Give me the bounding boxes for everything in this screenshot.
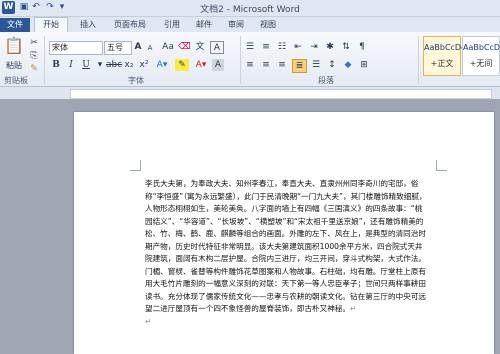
numbering-icon[interactable]: ≡ <box>260 41 272 53</box>
justify-icon[interactable]: ≣ <box>292 59 307 73</box>
show-marks-icon[interactable]: ¶ <box>356 41 368 53</box>
subscript-icon[interactable]: x₂ <box>123 59 135 71</box>
tab-mailings[interactable]: 邮件 <box>190 18 218 32</box>
body-paragraph: 李氏大夫第，为奉政大夫、知州李春江，奉直大夫、直隶州州同李奇川的宅邸，俗称“李恒… <box>145 179 427 313</box>
distributed-icon[interactable]: ☰ <box>310 59 322 71</box>
style-normal[interactable]: AaBbCcDc +正文 <box>423 36 466 76</box>
paragraph-group-label: 段落 <box>318 76 334 85</box>
style-no-spacing[interactable]: AaBbCcDc +无间 <box>462 36 500 76</box>
shrink-font-button[interactable]: A <box>145 42 155 54</box>
ribbon-tabs: 文件 开始 插入 页面布局 引用 邮件 审阅 视图 <box>0 17 500 33</box>
document-body-text[interactable]: 李氏大夫第，为奉政大夫、知州李春江，奉直大夫、直隶州州同李奇川的宅邸，俗称“李恒… <box>145 178 428 328</box>
tab-page-layout[interactable]: 页面布局 <box>108 18 152 32</box>
shading-icon[interactable]: ◆ <box>342 59 354 71</box>
bullets-icon[interactable]: ☰ <box>244 41 256 53</box>
multilevel-list-icon[interactable]: ☷ <box>276 41 288 53</box>
line-spacing-icon[interactable]: ↕ <box>326 59 338 71</box>
char-border-icon[interactable]: A <box>210 41 224 54</box>
chinese-layout-icon[interactable]: ✱ <box>324 41 336 53</box>
grow-font-button[interactable]: A <box>133 41 143 53</box>
superscript-icon[interactable]: x² <box>138 59 150 71</box>
horizontal-ruler[interactable] <box>0 87 500 99</box>
font-group-label: 字体 <box>128 76 144 85</box>
cut-icon[interactable]: ✂ <box>28 37 40 49</box>
strikethrough-icon[interactable]: abc <box>106 59 122 71</box>
ribbon: 📋 粘贴 ✂ ⎘ ✎ 剪贴板 宋体 五号 A A Aa ⌫ 文 A B I U … <box>0 32 500 87</box>
chevron-down-icon[interactable]: ▾ <box>95 59 105 71</box>
align-center-icon[interactable]: ≡ <box>260 59 272 71</box>
paste-icon[interactable]: 📋 <box>4 35 24 59</box>
tab-references[interactable]: 引用 <box>158 18 186 32</box>
format-painter-icon[interactable]: ✎ <box>28 63 40 75</box>
tab-home[interactable]: 开始 <box>34 17 68 33</box>
tab-review[interactable]: 审阅 <box>222 18 250 32</box>
ruler-scale <box>70 89 492 99</box>
align-left-icon[interactable]: ≡ <box>244 59 256 71</box>
char-shading-icon[interactable]: A <box>212 59 224 71</box>
clipboard-group-label: 剪贴板 <box>4 76 28 85</box>
document-page[interactable]: 李氏大夫第，为奉政大夫、知州李春江，奉直大夫、直隶州州同李奇川的宅邸，俗称“李恒… <box>74 112 494 354</box>
group-divider <box>240 36 241 84</box>
align-right-icon[interactable]: ≡ <box>276 59 288 71</box>
highlight-icon[interactable]: ✎ <box>175 59 189 71</box>
text-effects-icon[interactable]: A▾ <box>155 59 169 71</box>
borders-icon[interactable]: ⊞ <box>358 59 370 71</box>
tab-view[interactable]: 视图 <box>254 18 282 32</box>
style-preview: AaBbCcDc <box>424 43 466 52</box>
font-color-icon[interactable]: A▾ <box>194 59 208 71</box>
sort-icon[interactable]: ⇅ <box>340 41 352 53</box>
window-title: 文档2 - Microsoft Word <box>200 5 300 15</box>
phonetic-guide-icon[interactable]: 文 <box>194 41 206 53</box>
title-bar: W ▣ ↶ ↷ ▾ 文档2 - Microsoft Word <box>0 0 500 17</box>
style-name: +正文 <box>430 59 454 68</box>
change-case-icon[interactable]: Aa <box>162 41 174 53</box>
group-divider <box>418 36 419 84</box>
copy-icon[interactable]: ⎘ <box>28 50 40 62</box>
paragraph-mark-icon: ↵ <box>145 316 152 326</box>
style-name: +无间 <box>469 59 493 68</box>
tab-file[interactable]: 文件 <box>0 18 30 32</box>
style-preview: AaBbCcDc <box>463 43 500 52</box>
tab-insert[interactable]: 插入 <box>74 18 102 32</box>
underline-button[interactable]: U <box>80 59 92 71</box>
increase-indent-icon[interactable]: ⇥ <box>308 41 320 53</box>
crop-mark <box>130 160 141 171</box>
decrease-indent-icon[interactable]: ⇤ <box>292 41 304 53</box>
paste-button-label[interactable]: 粘贴 <box>2 60 26 72</box>
italic-button[interactable]: I <box>65 59 77 71</box>
font-name-dropdown[interactable]: 宋体 <box>49 41 103 55</box>
group-divider <box>44 36 45 84</box>
bold-button[interactable]: B <box>50 59 62 71</box>
paragraph-mark-icon: ↵ <box>350 304 357 313</box>
clear-format-icon[interactable]: ⌫ <box>178 41 191 53</box>
font-size-dropdown[interactable]: 五号 <box>104 41 132 55</box>
crop-mark <box>436 160 447 171</box>
